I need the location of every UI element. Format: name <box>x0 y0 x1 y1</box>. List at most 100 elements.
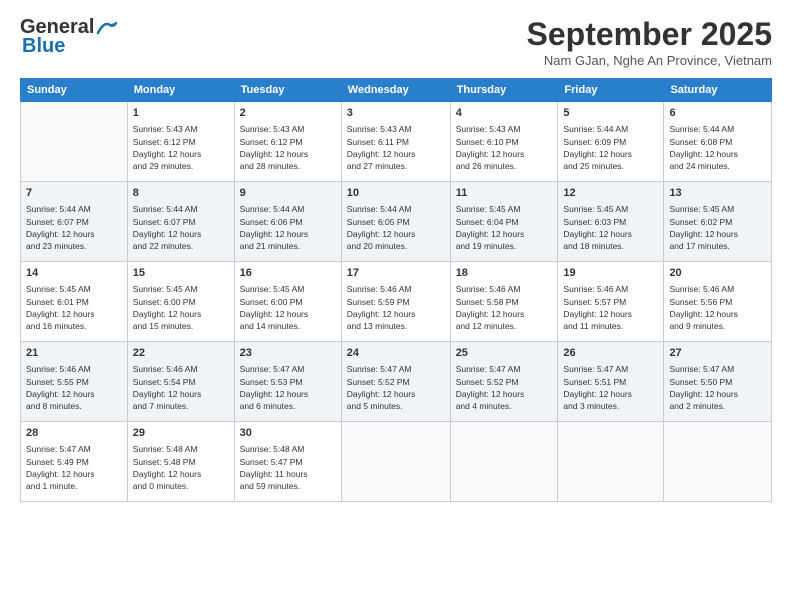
col-header-thursday: Thursday <box>450 79 558 102</box>
col-header-tuesday: Tuesday <box>234 79 341 102</box>
day-number: 3 <box>347 106 445 121</box>
day-number: 1 <box>133 106 229 121</box>
day-info: Sunrise: 5:47 AM Sunset: 5:52 PM Dayligh… <box>456 363 553 412</box>
calendar-day-cell: 1Sunrise: 5:43 AM Sunset: 6:12 PM Daylig… <box>127 102 234 182</box>
calendar-day-cell: 30 Sunrise: 5:48 AM Sunset: 5:47 PM Dayli… <box>234 422 341 502</box>
calendar-day-cell: 29 Sunrise: 5:48 AM Sunset: 5:48 PM Dayli… <box>127 422 234 502</box>
day-info: Sunrise: 5:47 AM Sunset: 5:49 PM Dayligh… <box>26 443 122 492</box>
calendar-day-cell: 6Sunrise: 5:44 AM Sunset: 6:08 PM Daylig… <box>664 102 772 182</box>
calendar-day-cell: 17 Sunrise: 5:46 AM Sunset: 5:59 PM Dayli… <box>341 262 450 342</box>
col-header-sunday: Sunday <box>21 79 128 102</box>
day-info: Sunrise: 5:47 AM Sunset: 5:51 PM Dayligh… <box>563 363 658 412</box>
day-info: Sunrise: 5:46 AM Sunset: 5:58 PM Dayligh… <box>456 283 553 332</box>
logo: General Blue <box>20 16 118 58</box>
calendar-day-cell: 8 Sunrise: 5:44 AM Sunset: 6:07 PM Daylig… <box>127 182 234 262</box>
day-info: Sunrise: 5:43 AM Sunset: 6:10 PM Dayligh… <box>456 123 553 172</box>
day-number: 24 <box>347 346 445 361</box>
col-header-saturday: Saturday <box>664 79 772 102</box>
col-header-friday: Friday <box>558 79 664 102</box>
calendar-day-cell: 16 Sunrise: 5:45 AM Sunset: 6:00 PM Dayli… <box>234 262 341 342</box>
calendar-day-cell <box>558 422 664 502</box>
calendar-day-cell: 5 Sunrise: 5:44 AM Sunset: 6:09 PM Daylig… <box>558 102 664 182</box>
calendar-day-cell: 25 Sunrise: 5:47 AM Sunset: 5:52 PM Dayli… <box>450 342 558 422</box>
day-info: Sunrise: 5:47 AM Sunset: 5:53 PM Dayligh… <box>240 363 336 412</box>
calendar-day-cell: 24 Sunrise: 5:47 AM Sunset: 5:52 PM Dayli… <box>341 342 450 422</box>
day-number: 13 <box>669 186 766 201</box>
day-info: Sunrise: 5:45 AM Sunset: 6:03 PM Dayligh… <box>563 203 658 252</box>
day-number: 16 <box>240 266 336 281</box>
calendar-header-row: SundayMondayTuesdayWednesdayThursdayFrid… <box>21 79 772 102</box>
day-number: 28 <box>26 426 122 441</box>
day-number: 27 <box>669 346 766 361</box>
day-info: Sunrise: 5:48 AM Sunset: 5:47 PM Dayligh… <box>240 443 336 492</box>
calendar-day-cell: 22Sunrise: 5:46 AM Sunset: 5:54 PM Dayli… <box>127 342 234 422</box>
day-info: Sunrise: 5:45 AM Sunset: 6:00 PM Dayligh… <box>240 283 336 332</box>
day-info: Sunrise: 5:45 AM Sunset: 6:04 PM Dayligh… <box>456 203 553 252</box>
logo-bird-icon <box>96 19 118 37</box>
calendar-day-cell: 21Sunrise: 5:46 AM Sunset: 5:55 PM Dayli… <box>21 342 128 422</box>
page-header: General Blue September 2025 Nam GJan, Ng… <box>20 16 772 68</box>
calendar-day-cell: 28 Sunrise: 5:47 AM Sunset: 5:49 PM Dayli… <box>21 422 128 502</box>
day-number: 17 <box>347 266 445 281</box>
day-number: 7 <box>26 186 122 201</box>
day-number: 8 <box>133 186 229 201</box>
day-info: Sunrise: 5:45 AM Sunset: 6:00 PM Dayligh… <box>133 283 229 332</box>
day-number: 18 <box>456 266 553 281</box>
col-header-wednesday: Wednesday <box>341 79 450 102</box>
day-number: 22 <box>133 346 229 361</box>
day-number: 23 <box>240 346 336 361</box>
calendar-day-cell: 10 Sunrise: 5:44 AM Sunset: 6:05 PM Dayli… <box>341 182 450 262</box>
day-number: 9 <box>240 186 336 201</box>
day-info: Sunrise: 5:48 AM Sunset: 5:48 PM Dayligh… <box>133 443 229 492</box>
day-number: 25 <box>456 346 553 361</box>
calendar-day-cell: 4Sunrise: 5:43 AM Sunset: 6:10 PM Daylig… <box>450 102 558 182</box>
day-number: 26 <box>563 346 658 361</box>
calendar-day-cell: 20 Sunrise: 5:46 AM Sunset: 5:56 PM Dayli… <box>664 262 772 342</box>
calendar-day-cell: 13 Sunrise: 5:45 AM Sunset: 6:02 PM Dayli… <box>664 182 772 262</box>
day-number: 19 <box>563 266 658 281</box>
location: Nam GJan, Nghe An Province, Vietnam <box>527 53 772 68</box>
day-info: Sunrise: 5:43 AM Sunset: 6:11 PM Dayligh… <box>347 123 445 172</box>
day-info: Sunrise: 5:45 AM Sunset: 6:02 PM Dayligh… <box>669 203 766 252</box>
calendar-day-cell: 2 Sunrise: 5:43 AM Sunset: 6:12 PM Daylig… <box>234 102 341 182</box>
calendar-day-cell <box>21 102 128 182</box>
day-info: Sunrise: 5:47 AM Sunset: 5:52 PM Dayligh… <box>347 363 445 412</box>
calendar-day-cell <box>664 422 772 502</box>
month-title: September 2025 <box>527 16 772 53</box>
day-info: Sunrise: 5:43 AM Sunset: 6:12 PM Dayligh… <box>240 123 336 172</box>
col-header-monday: Monday <box>127 79 234 102</box>
calendar-week-row: 14Sunrise: 5:45 AM Sunset: 6:01 PM Dayli… <box>21 262 772 342</box>
day-info: Sunrise: 5:46 AM Sunset: 5:59 PM Dayligh… <box>347 283 445 332</box>
calendar-day-cell: 27Sunrise: 5:47 AM Sunset: 5:50 PM Dayli… <box>664 342 772 422</box>
calendar-day-cell: 19 Sunrise: 5:46 AM Sunset: 5:57 PM Dayli… <box>558 262 664 342</box>
calendar-day-cell: 26 Sunrise: 5:47 AM Sunset: 5:51 PM Dayli… <box>558 342 664 422</box>
calendar-day-cell <box>450 422 558 502</box>
day-number: 29 <box>133 426 229 441</box>
day-info: Sunrise: 5:44 AM Sunset: 6:08 PM Dayligh… <box>669 123 766 172</box>
day-number: 11 <box>456 186 553 201</box>
calendar-week-row: 21Sunrise: 5:46 AM Sunset: 5:55 PM Dayli… <box>21 342 772 422</box>
day-info: Sunrise: 5:46 AM Sunset: 5:57 PM Dayligh… <box>563 283 658 332</box>
day-number: 30 <box>240 426 336 441</box>
day-info: Sunrise: 5:46 AM Sunset: 5:56 PM Dayligh… <box>669 283 766 332</box>
day-number: 21 <box>26 346 122 361</box>
calendar-week-row: 1 Sunrise: 5:43 AM Sunset: 6:12 PM Daylig… <box>21 102 772 182</box>
calendar-day-cell: 3 Sunrise: 5:43 AM Sunset: 6:11 PM Daylig… <box>341 102 450 182</box>
day-info: Sunrise: 5:44 AM Sunset: 6:06 PM Dayligh… <box>240 203 336 252</box>
day-info: Sunrise: 5:44 AM Sunset: 6:05 PM Dayligh… <box>347 203 445 252</box>
day-info: Sunrise: 5:44 AM Sunset: 6:07 PM Dayligh… <box>26 203 122 252</box>
calendar-week-row: 28 Sunrise: 5:47 AM Sunset: 5:49 PM Dayli… <box>21 422 772 502</box>
calendar-table: SundayMondayTuesdayWednesdayThursdayFrid… <box>20 78 772 502</box>
calendar-day-cell: 7 Sunrise: 5:44 AM Sunset: 6:07 PM Daylig… <box>21 182 128 262</box>
calendar-day-cell <box>341 422 450 502</box>
day-info: Sunrise: 5:44 AM Sunset: 6:09 PM Dayligh… <box>563 123 658 172</box>
day-number: 14 <box>26 266 122 281</box>
calendar-day-cell: 11 Sunrise: 5:45 AM Sunset: 6:04 PM Dayli… <box>450 182 558 262</box>
day-number: 2 <box>240 106 336 121</box>
title-block: September 2025 Nam GJan, Nghe An Provinc… <box>527 16 772 68</box>
day-number: 20 <box>669 266 766 281</box>
day-number: 5 <box>563 106 658 121</box>
day-info: Sunrise: 5:44 AM Sunset: 6:07 PM Dayligh… <box>133 203 229 252</box>
logo-blue: Blue <box>22 35 65 58</box>
day-number: 10 <box>347 186 445 201</box>
